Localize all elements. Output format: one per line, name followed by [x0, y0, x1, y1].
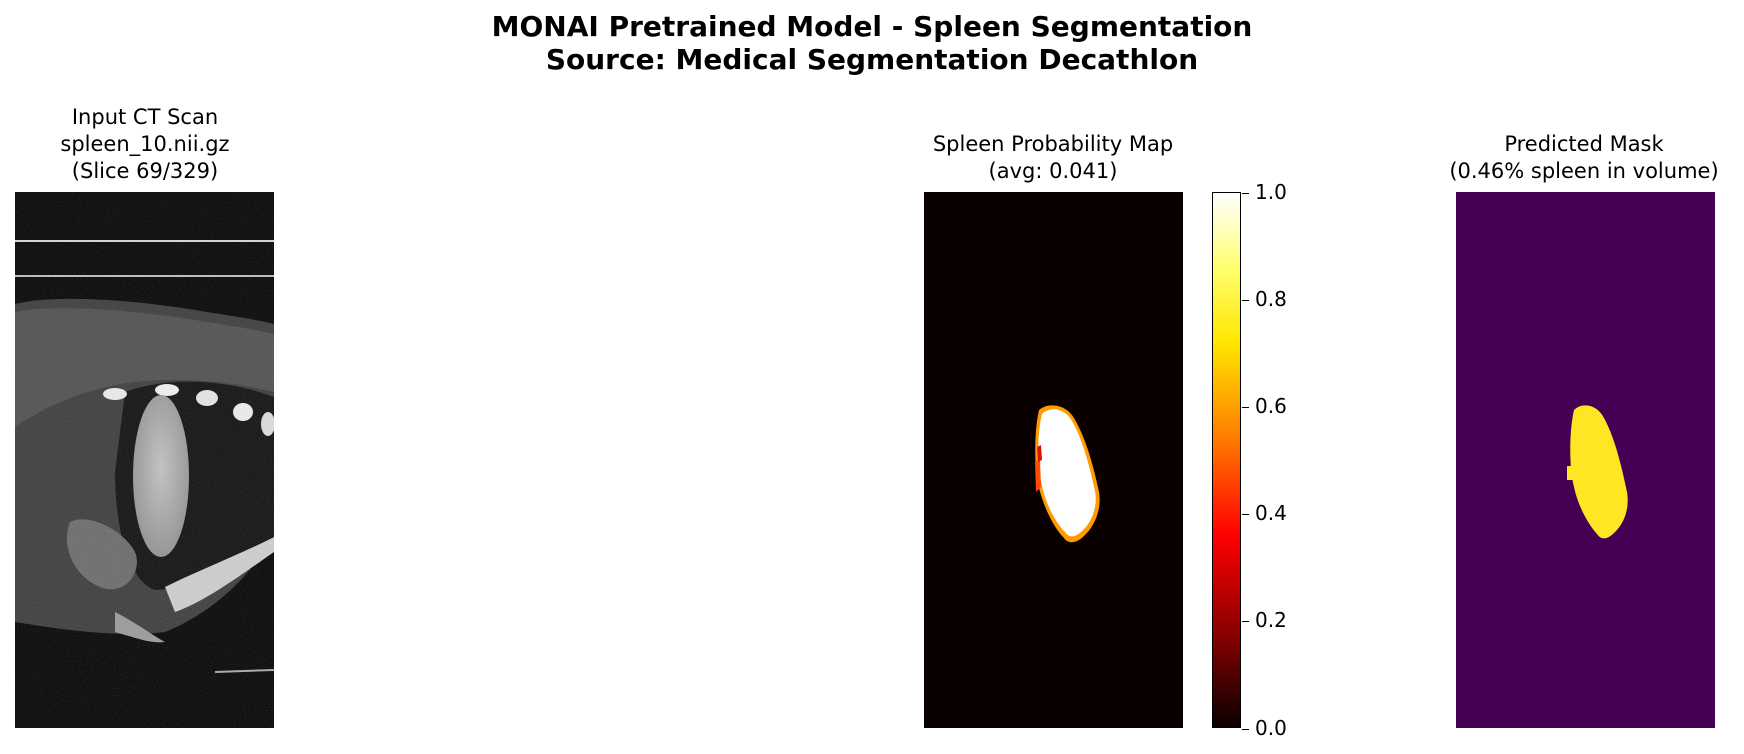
- predicted-mask-title: Predicted Mask (0.46% spleen in volume): [1384, 131, 1744, 185]
- ct-scan-image: [15, 192, 274, 728]
- mask-title-line1: Predicted Mask: [1504, 132, 1664, 156]
- ct-title-line1: Input CT Scan: [71, 105, 219, 129]
- figure-title: MONAI Pretrained Model - Spleen Segmenta…: [0, 10, 1744, 76]
- predicted-mask-image: [1456, 192, 1715, 728]
- colorbar-tick-0.6: 0.6: [1242, 396, 1287, 416]
- colorbar-tick-0.4: 0.4: [1242, 503, 1287, 523]
- colorbar-tick-0.0: 0.0: [1242, 718, 1287, 738]
- ct-title-line2: spleen_10.nii.gz: [60, 132, 230, 156]
- prob-title-line2: (avg: 0.041): [988, 159, 1118, 183]
- colorbar-tick-0.8: 0.8: [1242, 289, 1287, 309]
- colorbar: [1212, 192, 1241, 728]
- probability-map-title: Spleen Probability Map (avg: 0.041): [853, 131, 1253, 185]
- probability-map-image: [924, 192, 1183, 728]
- colorbar-tick-0.2: 0.2: [1242, 610, 1287, 630]
- ct-title-line3: (Slice 69/329): [71, 159, 219, 183]
- figure-title-line2: Source: Medical Segmentation Decathlon: [545, 43, 1199, 76]
- prob-title-line1: Spleen Probability Map: [932, 132, 1174, 156]
- colorbar-tick-1.0: 1.0: [1242, 182, 1287, 202]
- ct-scan-title: Input CT Scan spleen_10.nii.gz (Slice 69…: [0, 104, 345, 185]
- mask-title-line2: (0.46% spleen in volume): [1449, 159, 1719, 183]
- figure-title-line1: MONAI Pretrained Model - Spleen Segmenta…: [491, 10, 1253, 43]
